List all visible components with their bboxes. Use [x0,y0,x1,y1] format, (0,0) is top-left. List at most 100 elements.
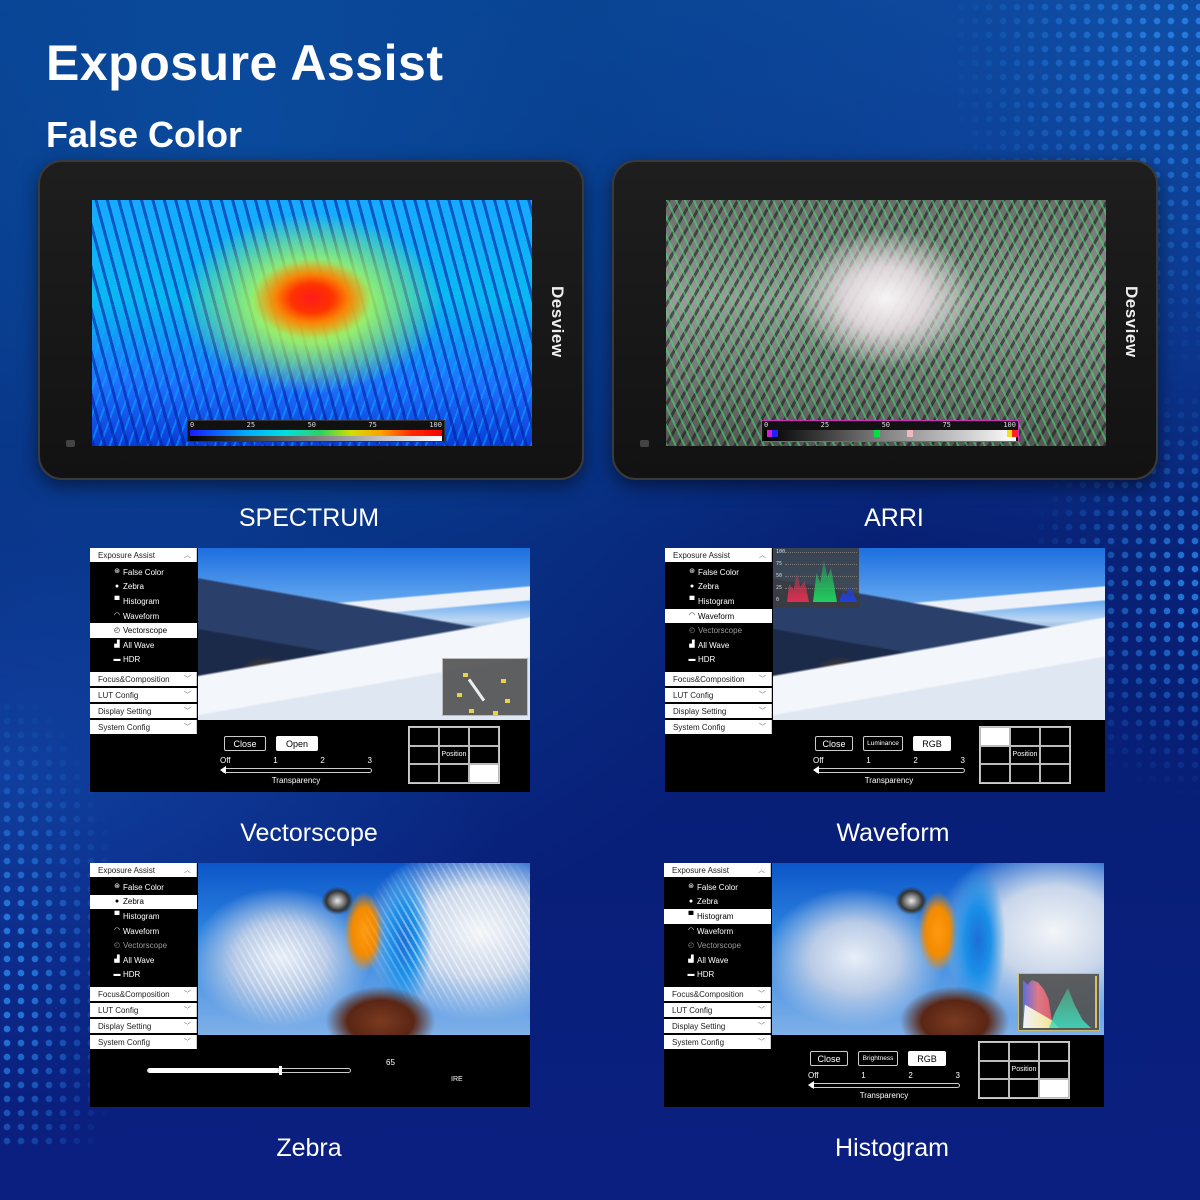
position-cell[interactable] [1039,1042,1069,1061]
menu-item[interactable]: ◴ Vectorscope [90,938,197,953]
position-cell[interactable] [1010,764,1040,783]
position-cell[interactable] [1009,1079,1039,1098]
menu-item[interactable]: ◠ Waveform [664,924,771,939]
menu-section[interactable]: Display Setting ﹀ [665,704,772,719]
menu-section[interactable]: Display Setting ﹀ [90,1019,197,1034]
zebra-level-handle[interactable] [279,1066,283,1075]
menu-item[interactable]: ◠ Waveform [90,609,197,624]
menu-item[interactable]: ▀ Histogram [90,909,197,924]
transparency-label: Transparency [859,1091,909,1100]
transparency-slider[interactable] [808,1081,960,1089]
menu-item[interactable]: ● Zebra [90,894,197,910]
transparency-slider-handle[interactable] [808,1081,814,1089]
menu-item[interactable]: ⊛ False Color [665,565,772,580]
menu-item[interactable]: ◠ Waveform [90,924,197,939]
menu-item[interactable]: ⊛ False Color [90,880,197,895]
menu-item[interactable]: ◠ Waveform [665,608,772,624]
menu-section[interactable]: System Config ﹀ [665,720,772,735]
position-cell[interactable] [469,745,499,765]
menu-item[interactable]: ▟ All Wave [665,638,772,653]
position-cell[interactable] [1010,727,1040,746]
transparency-slider[interactable] [220,766,372,774]
position-cell[interactable] [1040,764,1070,783]
menu-section-label: System Config [672,1037,725,1047]
position-cell[interactable] [1040,727,1070,746]
transparency-tick: 1 [273,756,278,765]
position-cell[interactable] [1009,1060,1039,1080]
vectorscope-overlay[interactable] [442,658,528,716]
transparency-tick: Off [813,756,824,765]
menu-item[interactable]: ● Zebra [664,895,771,910]
menu-section[interactable]: Focus&Composition ﹀ [90,672,197,687]
menu-header-exposure-assist[interactable]: Exposure Assist ︿ [665,548,772,562]
vectorscope-target [505,699,510,703]
histogram-overlay[interactable] [1018,973,1100,1031]
close-button[interactable]: Close [224,736,266,751]
close-button[interactable]: Close [815,736,853,751]
menu-item[interactable]: ▀ Histogram [90,594,197,609]
menu-section[interactable]: System Config ﹀ [90,1035,197,1050]
menu-header-exposure-assist[interactable]: Exposure Assist ︿ [90,548,197,562]
transparency-slider-handle[interactable] [220,766,226,774]
menu-section[interactable]: System Config ﹀ [90,720,197,735]
position-cell[interactable] [980,745,1010,765]
position-cell[interactable] [1040,745,1070,765]
transparency-slider-handle[interactable] [813,766,819,774]
menu-item[interactable]: ⊛ False Color [664,880,771,895]
menu-item[interactable]: ▬ HDR [664,968,771,983]
menu-item[interactable]: ▟ All Wave [90,953,197,968]
rgb-button[interactable]: RGB [908,1051,946,1066]
menu-section[interactable]: Display Setting ﹀ [90,704,197,719]
position-cell[interactable] [979,1060,1009,1080]
position-cell[interactable] [1010,745,1040,765]
position-cell[interactable] [469,727,499,746]
menu-section[interactable]: LUT Config ﹀ [90,688,197,703]
menu-section[interactable]: LUT Config ﹀ [664,1003,771,1018]
menu-item[interactable]: ▬ HDR [665,653,772,668]
position-cell[interactable] [409,764,439,783]
menu-item[interactable]: ◴ Vectorscope [664,938,771,953]
position-cell[interactable] [409,727,439,746]
position-cell[interactable] [980,727,1010,746]
menu-item[interactable]: ● Zebra [665,580,772,595]
menu-item[interactable]: ⊛ False Color [90,565,197,580]
transparency-slider[interactable] [813,766,965,774]
menu-item[interactable]: ◴ Vectorscope [665,623,772,638]
position-cell[interactable] [409,745,439,765]
menu-item[interactable]: ● Zebra [90,580,197,595]
menu-item[interactable]: ▟ All Wave [90,638,197,653]
position-cell[interactable] [439,727,469,746]
position-cell[interactable] [1039,1060,1069,1080]
menu-section[interactable]: LUT Config ﹀ [665,688,772,703]
rgb-button[interactable]: RGB [913,736,951,751]
menu-item[interactable]: ▬ HDR [90,653,197,668]
menu-item[interactable]: ▀ Histogram [665,594,772,609]
position-cell[interactable] [439,745,469,765]
position-cell[interactable] [979,1079,1009,1098]
position-cell[interactable] [469,764,499,783]
waveform-overlay[interactable]: 100 75 50 25 0 [773,548,859,608]
position-cell[interactable] [439,764,469,783]
menu-item[interactable]: ▟ All Wave [664,953,771,968]
menu-section[interactable]: LUT Config ﹀ [90,1003,197,1018]
menu-section[interactable]: Focus&Composition ﹀ [665,672,772,687]
position-cell[interactable] [979,1042,1009,1061]
close-button[interactable]: Close [810,1051,848,1066]
open-button[interactable]: Open [276,736,318,751]
position-cell[interactable] [1039,1079,1069,1098]
menu-section[interactable]: System Config ﹀ [664,1035,771,1050]
zebra-level-slider[interactable] [147,1066,351,1075]
menu-item[interactable]: ▀ Histogram [664,909,771,924]
position-cell[interactable] [980,764,1010,783]
menu-header-exposure-assist[interactable]: Exposure Assist ︿ [664,863,771,877]
menu-item[interactable]: ◴ Vectorscope [90,623,197,638]
brightness-button[interactable]: Brightness [858,1051,898,1066]
menu-item[interactable]: ▬ HDR [90,968,197,983]
position-cell[interactable] [1009,1042,1039,1061]
luminance-button[interactable]: Luminance [863,736,903,751]
menu-header-exposure-assist[interactable]: Exposure Assist ︿ [90,863,197,877]
exposure-assist-menu: Exposure Assist ︿ ⊛ False Color ● Zebra ▀ Histo… [90,863,197,1051]
menu-section[interactable]: Focus&Composition ﹀ [664,987,771,1002]
menu-section[interactable]: Focus&Composition ﹀ [90,987,197,1002]
menu-section[interactable]: Display Setting ﹀ [664,1019,771,1034]
